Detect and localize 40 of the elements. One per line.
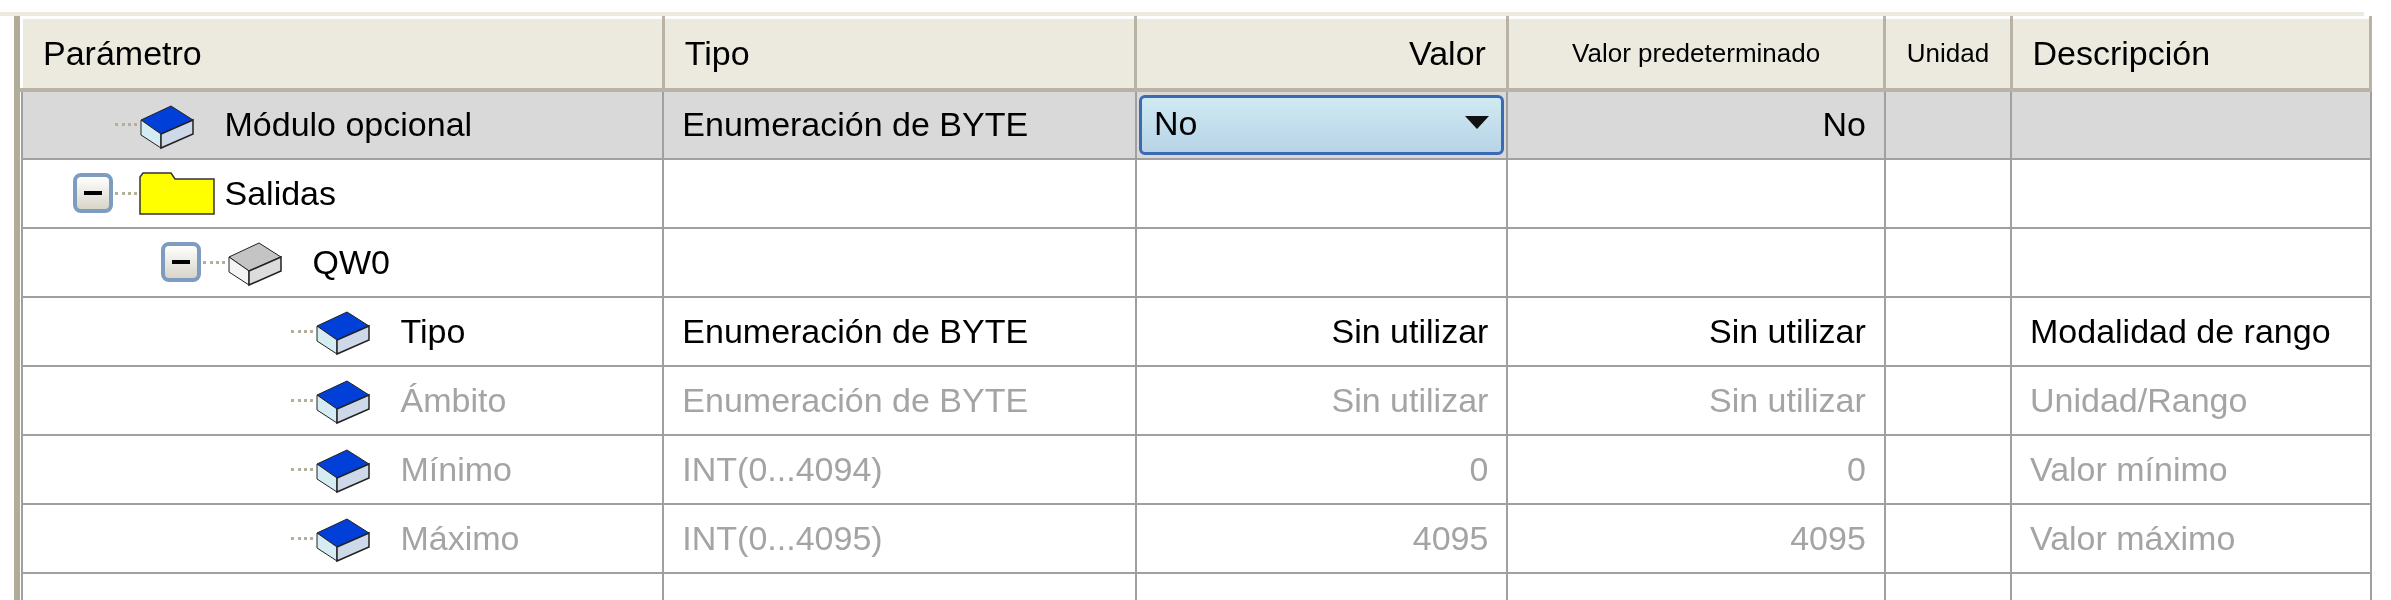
default-cell: Sin utilizar: [1507, 296, 1885, 366]
value-cell: Sin utilizar: [1135, 365, 1508, 435]
value-cell: 4095: [1135, 503, 1508, 573]
column-header[interactable]: Tipo: [663, 17, 1136, 90]
parameter-name: QW0: [312, 241, 390, 283]
type-cell: Enumeración de BYTE: [663, 365, 1136, 435]
type-cell: Enumeración de BYTE: [663, 296, 1136, 366]
table-row[interactable]: QW0: [21, 227, 2371, 297]
table-row[interactable]: Módulo opcional Enumeración de BYTE No No: [21, 89, 2371, 159]
folder-icon: [138, 171, 215, 215]
description-cell: Valor máximo: [2011, 503, 2371, 573]
parameter-name: Salidas: [224, 172, 336, 214]
type-cell: Enumeración de BYTE: [663, 89, 1136, 159]
collapse-icon[interactable]: [160, 242, 201, 282]
parameter-name: Tipo: [400, 310, 466, 352]
default-cell: 4095: [1507, 503, 1885, 573]
table-row[interactable]: Tipo Enumeración de BYTE Sin utilizar Sin utilizar Modalidad de rango: [21, 296, 2371, 366]
type-cell: INT(0...4094): [663, 434, 1136, 504]
default-cell: Sin utilizar: [1507, 365, 1885, 435]
parameter-name: Módulo opcional: [224, 104, 473, 145]
default-cell: 0: [1507, 434, 1885, 504]
type-cell: INT(0...4095): [663, 503, 1136, 573]
value-cell: 0: [1135, 434, 1508, 504]
column-header[interactable]: Unidad: [1884, 17, 2011, 90]
value-cell: Sin utilizar: [1135, 296, 1508, 366]
default-cell: No: [1507, 89, 1885, 159]
column-header[interactable]: Parámetro: [21, 17, 664, 90]
description-cell: Modalidad de rango: [2011, 296, 2371, 366]
collapse-icon[interactable]: [72, 173, 113, 213]
column-header[interactable]: Valor predeterminado: [1507, 17, 1885, 90]
column-header[interactable]: Descripción: [2011, 17, 2371, 90]
parameter-name: Máximo: [400, 517, 520, 559]
table-row[interactable]: Salidas: [21, 158, 2371, 228]
description-cell: Valor mínimo: [2011, 434, 2371, 504]
dropdown-arrow-icon: [1465, 115, 1490, 130]
parameter-name: Ámbito: [400, 379, 507, 421]
description-cell: Unidad/Rango: [2011, 365, 2371, 435]
parameter-name: Mínimo: [400, 448, 512, 490]
column-header[interactable]: Valor: [1135, 17, 1508, 90]
value-dropdown[interactable]: No: [1138, 94, 1505, 155]
